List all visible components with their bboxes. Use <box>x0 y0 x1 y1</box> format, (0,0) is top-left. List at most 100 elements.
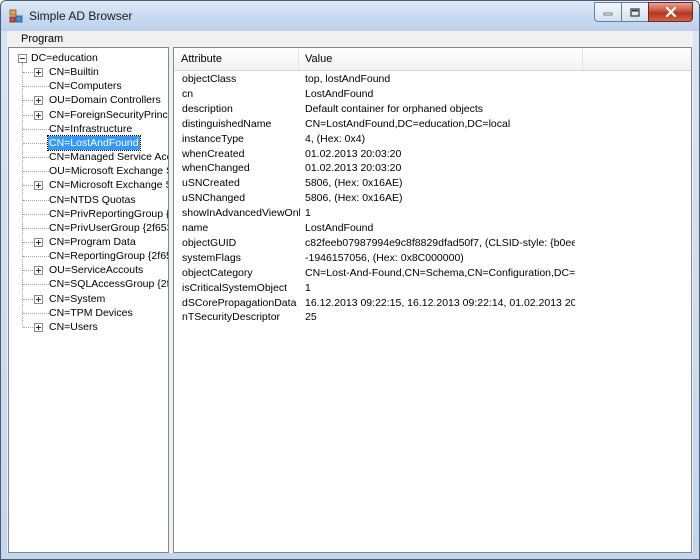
tree-item-label: CN=Builtin <box>49 66 99 79</box>
tree-item-label: CN=SQLAccessGroup {2f653 <box>49 278 169 291</box>
list-row[interactable]: description Default container for orphane… <box>174 102 691 117</box>
tree-item-label: CN=Managed Service Acco <box>49 151 169 164</box>
tree-item-label: CN=PrivReportingGroup {2f6 <box>49 207 168 220</box>
tree-connector-line <box>23 72 33 74</box>
minimize-icon <box>603 12 613 16</box>
attribute-name: instanceType <box>182 132 244 145</box>
list-row[interactable]: isCriticalSystemObject 1 <box>174 281 691 296</box>
maximize-button[interactable] <box>621 2 648 22</box>
attribute-name: whenCreated <box>182 147 245 160</box>
tree-item-label: CN=Infrastructure <box>49 122 133 135</box>
close-button[interactable] <box>648 2 693 22</box>
tree-connector-line <box>23 128 49 130</box>
tree-connector-line <box>23 284 49 286</box>
tree-item-label: CN=TPM Devices <box>49 306 133 319</box>
attribute-name: name <box>182 222 209 234</box>
maximize-icon <box>630 7 640 17</box>
tree-item-label: DC=education <box>31 52 98 64</box>
tree-connector-line <box>22 63 23 327</box>
title-bar[interactable]: Simple AD Browser <box>1 1 699 31</box>
attribute-value: LostAndFound <box>305 222 374 234</box>
attribute-name: description <box>182 102 233 115</box>
list-row[interactable]: name LostAndFound <box>174 221 691 236</box>
list-row[interactable]: objectGUID c82feeb07987994e9c8f8829dfad50… <box>174 236 691 251</box>
attribute-list[interactable]: Attribute Value objectClass top, lostAndF… <box>173 47 692 553</box>
tree-connector-line <box>23 86 49 88</box>
main-area: DC=education CN=Builtin CN=Computers OU=Dom… <box>7 47 693 553</box>
attribute-value: c82feeb07987994e9c8f8829dfad50f7, (CLSID… <box>305 236 575 249</box>
tree-connector-line <box>23 171 49 173</box>
expand-icon[interactable] <box>34 110 43 120</box>
attribute-value: CN=LostAndFound,DC=education,DC=local <box>305 117 511 130</box>
tree-connector-line <box>23 270 33 272</box>
attribute-name: cn <box>182 87 194 100</box>
list-row[interactable]: systemFlags -1946157056, (Hex: 0x8C000000… <box>174 251 691 266</box>
menu-program[interactable]: Program <box>7 33 75 45</box>
list-row[interactable]: whenChanged 01.02.2013 20:03:20 <box>174 161 691 176</box>
expand-icon[interactable] <box>34 322 43 332</box>
menu-bar: Program <box>7 31 693 47</box>
attribute-value: 1 <box>305 281 311 294</box>
tree-item-label: OU=Domain Controllers <box>49 94 161 107</box>
list-row[interactable]: distinguishedName CN=LostAndFound,DC=educ… <box>174 117 691 132</box>
tree-connector-line <box>23 114 33 116</box>
list-row[interactable]: objectClass top, lostAndFound <box>174 72 691 87</box>
tree-item-label: CN=PrivUserGroup {2f6536c <box>49 221 168 234</box>
column-header-value[interactable]: Value <box>298 48 583 70</box>
list-row[interactable]: instanceType 4, (Hex: 0x4) <box>174 132 691 147</box>
list-row[interactable]: uSNCreated 5806, (Hex: 0x16AE) <box>174 176 691 191</box>
tree-item-label: CN=Computers <box>49 80 122 93</box>
attribute-value: 5806, (Hex: 0x16AE) <box>305 177 403 190</box>
expand-icon[interactable] <box>34 266 43 276</box>
attribute-name: objectCategory <box>182 266 253 279</box>
directory-tree[interactable]: DC=education CN=Builtin CN=Computers OU=Dom… <box>8 47 169 553</box>
tree-item-label-selected: CN=LostAndFound <box>47 134 141 151</box>
column-header-attribute[interactable]: Attribute <box>174 48 299 70</box>
attribute-value: 5806, (Hex: 0x16AE) <box>305 192 403 205</box>
attribute-value: 1 <box>305 207 311 220</box>
expand-icon[interactable] <box>34 68 43 78</box>
minimize-button[interactable] <box>594 2 621 22</box>
tree-connector-line <box>23 199 49 201</box>
tree-item-label: OU=Microsoft Exchange Se <box>49 165 169 178</box>
attribute-value: 01.02.2013 20:03:20 <box>305 162 402 175</box>
attribute-name: isCriticalSystemObject <box>182 281 288 294</box>
expand-icon[interactable] <box>34 237 43 247</box>
attribute-value: -1946157056, (Hex: 0x8C000000) <box>305 251 464 264</box>
tree-item-label: CN=Users <box>49 320 98 333</box>
attribute-value: top, lostAndFound <box>305 73 391 85</box>
tree-connector-line <box>23 241 33 243</box>
list-row[interactable]: objectCategory CN=Lost-And-Found,CN=Schem… <box>174 266 691 281</box>
expand-icon[interactable] <box>34 181 43 191</box>
attribute-value: 01.02.2013 20:03:20 <box>305 147 402 160</box>
attribute-name: whenChanged <box>182 162 250 175</box>
tree-item-label: CN=Microsoft Exchange Sys <box>49 179 168 192</box>
attribute-name: uSNCreated <box>182 177 240 190</box>
window-title: Simple AD Browser <box>29 9 133 23</box>
list-row[interactable]: uSNChanged 5806, (Hex: 0x16AE) <box>174 191 691 206</box>
list-row[interactable]: whenCreated 01.02.2013 20:03:20 <box>174 147 691 162</box>
attribute-name: distinguishedName <box>182 117 272 130</box>
attribute-value: 4, (Hex: 0x4) <box>305 132 366 145</box>
attribute-value: 25 <box>305 311 317 324</box>
expand-icon[interactable] <box>34 294 43 304</box>
tree-connector-line <box>23 157 49 159</box>
tree-item-label: CN=NTDS Quotas <box>49 193 136 206</box>
tree-connector-line <box>23 326 33 328</box>
collapse-icon[interactable] <box>18 54 27 63</box>
list-row[interactable]: nTSecurityDescriptor 25 <box>174 310 691 325</box>
tree-item-label: OU=ServiceAccouts <box>49 264 144 277</box>
tree-connector-line <box>23 312 49 314</box>
list-row[interactable]: showInAdvancedViewOnly 1 <box>174 206 691 221</box>
attribute-value: Default container for orphaned objects <box>305 102 484 115</box>
list-row[interactable]: cn LostAndFound <box>174 87 691 102</box>
tree-item-label: CN=Program Data <box>49 235 136 248</box>
attribute-value: CN=Lost-And-Found,CN=Schema,CN=Configura… <box>305 266 575 279</box>
tree-item-label: CN=ForeignSecurityPrincipal <box>49 108 168 121</box>
list-row[interactable]: dSCorePropagationData 16.12.2013 09:22:15… <box>174 296 691 311</box>
attribute-value: LostAndFound <box>305 87 374 100</box>
attribute-value: 16.12.2013 09:22:15, 16.12.2013 09:22:14… <box>305 296 575 309</box>
attribute-name: uSNChanged <box>182 192 246 205</box>
tree-item-label: CN=System <box>49 292 106 305</box>
expand-icon[interactable] <box>34 96 43 106</box>
